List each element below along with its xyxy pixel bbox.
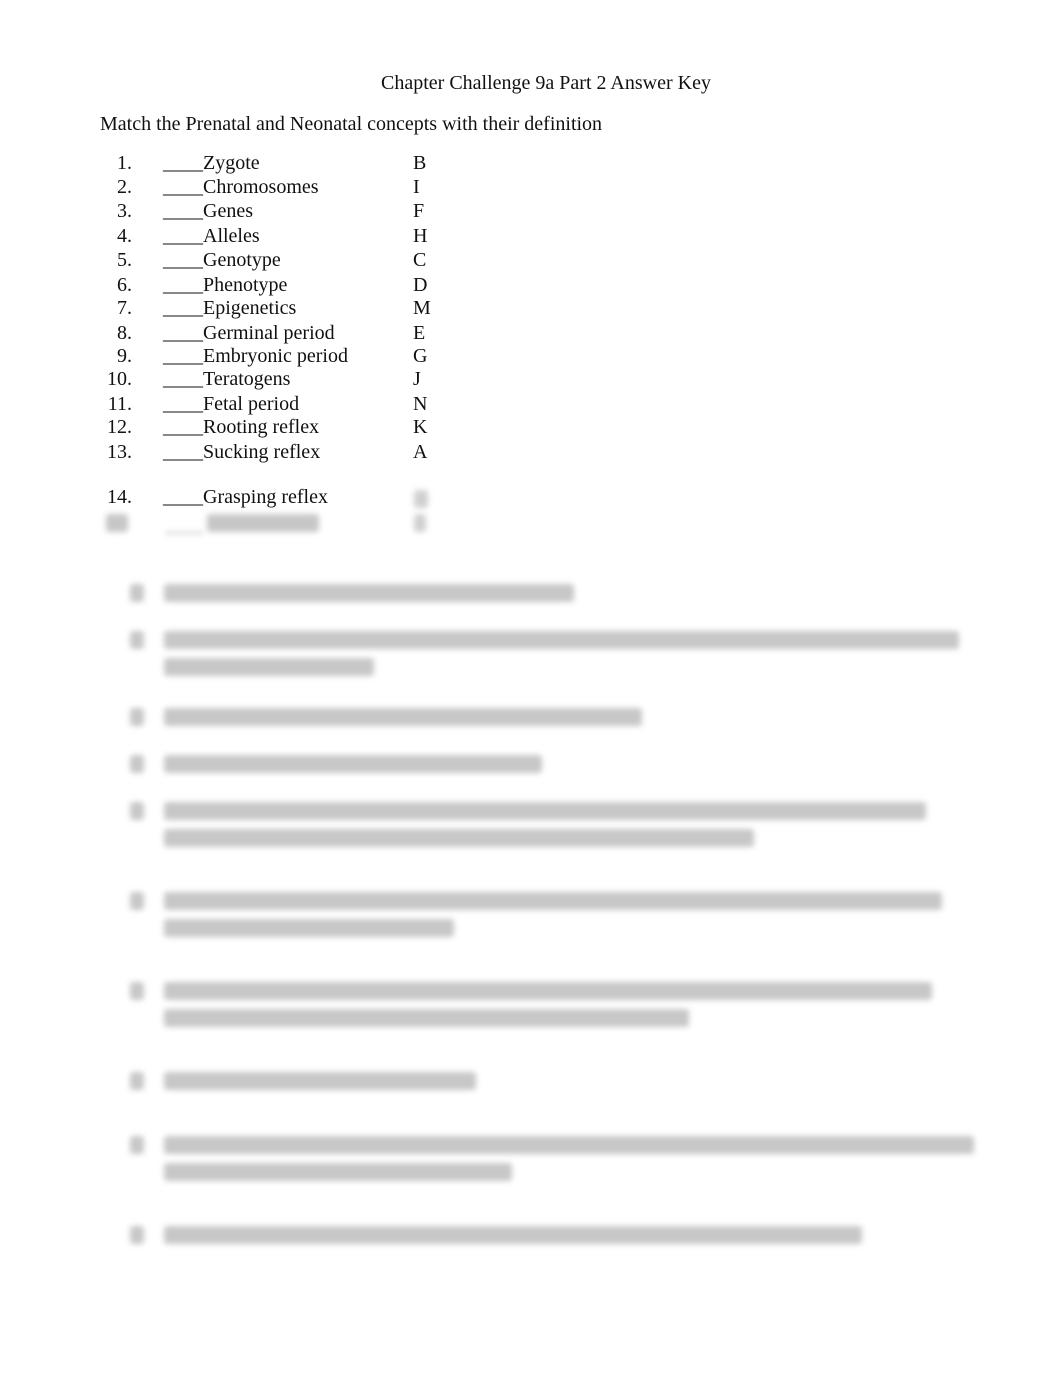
blurred-term — [207, 514, 319, 532]
definition-text-line — [164, 755, 542, 773]
item-term: ____Teratogens — [163, 368, 291, 390]
item-term: ____Grasping reflex — [163, 486, 328, 508]
definition-letter — [130, 708, 144, 726]
item-term: ____Phenotype — [163, 274, 288, 296]
item-number: 1. — [117, 152, 132, 174]
blurred-number — [106, 514, 128, 532]
definition-text-line — [164, 584, 574, 602]
definition-letter — [130, 1072, 144, 1090]
item-answer: A — [413, 441, 428, 463]
item-answer: D — [413, 274, 428, 296]
definition-letter — [130, 755, 144, 773]
item-number: 10. — [107, 368, 132, 390]
document-title: Chapter Challenge 9a Part 2 Answer Key — [381, 72, 711, 94]
item-term: ____Epigenetics — [163, 297, 297, 319]
blurred-answer — [414, 490, 428, 508]
item-term: ____Rooting reflex — [163, 416, 320, 438]
item-term: ____Genes — [163, 200, 253, 222]
item-number: 8. — [117, 322, 132, 344]
definition-text-line — [164, 1226, 862, 1244]
item-number: 11. — [107, 393, 132, 415]
item-answer: I — [413, 176, 420, 198]
item-answer: K — [413, 416, 428, 438]
definition-letter — [130, 892, 144, 910]
item-number: 12. — [107, 416, 132, 438]
item-term: ____Fetal period — [163, 393, 300, 415]
item-answer: M — [413, 297, 431, 319]
item-answer: B — [413, 152, 427, 174]
item-term: ____Zygote — [163, 152, 260, 174]
definition-text-line — [164, 829, 754, 847]
item-answer: F — [413, 200, 425, 222]
item-answer: J — [413, 368, 421, 390]
item-number: 9. — [117, 345, 132, 367]
definition-text-line — [164, 658, 374, 676]
item-term: ____Sucking reflex — [163, 441, 321, 463]
definition-text-line — [164, 1072, 476, 1090]
item-number: 6. — [117, 274, 132, 296]
definition-text-line — [164, 802, 926, 820]
definition-letter — [130, 631, 144, 649]
definition-text-line — [164, 1009, 689, 1027]
definition-text-line — [164, 919, 454, 937]
item-answer: N — [413, 393, 428, 415]
blurred-blank — [165, 532, 203, 534]
definition-letter — [130, 982, 144, 1000]
definition-letter — [130, 1136, 144, 1154]
definition-letter — [130, 802, 144, 820]
item-answer: E — [413, 322, 426, 344]
definition-text-line — [164, 982, 932, 1000]
item-term: ____Embryonic period — [163, 345, 348, 367]
item-number: 4. — [117, 225, 132, 247]
item-number: 14. — [107, 486, 132, 508]
item-answer: H — [413, 225, 428, 247]
item-number: 3. — [117, 200, 132, 222]
item-answer: C — [413, 249, 427, 271]
item-number: 7. — [117, 297, 132, 319]
definition-text-line — [164, 892, 942, 910]
definition-letter — [130, 584, 144, 602]
blurred-answer — [414, 514, 426, 532]
item-number: 2. — [117, 176, 132, 198]
item-term: ____Genotype — [163, 249, 281, 271]
item-term: ____Chromosomes — [163, 176, 319, 198]
definition-text-line — [164, 631, 959, 649]
item-number: 13. — [107, 441, 132, 463]
definition-letter — [130, 1226, 144, 1244]
item-answer: G — [413, 345, 428, 367]
definition-text-line — [164, 1136, 974, 1154]
instructions-text: Match the Prenatal and Neonatal concepts… — [100, 113, 603, 135]
item-term: ____Germinal period — [163, 322, 335, 344]
item-number: 5. — [117, 249, 132, 271]
definition-text-line — [164, 1163, 512, 1181]
definition-text-line — [164, 708, 642, 726]
item-term: ____Alleles — [163, 225, 260, 247]
